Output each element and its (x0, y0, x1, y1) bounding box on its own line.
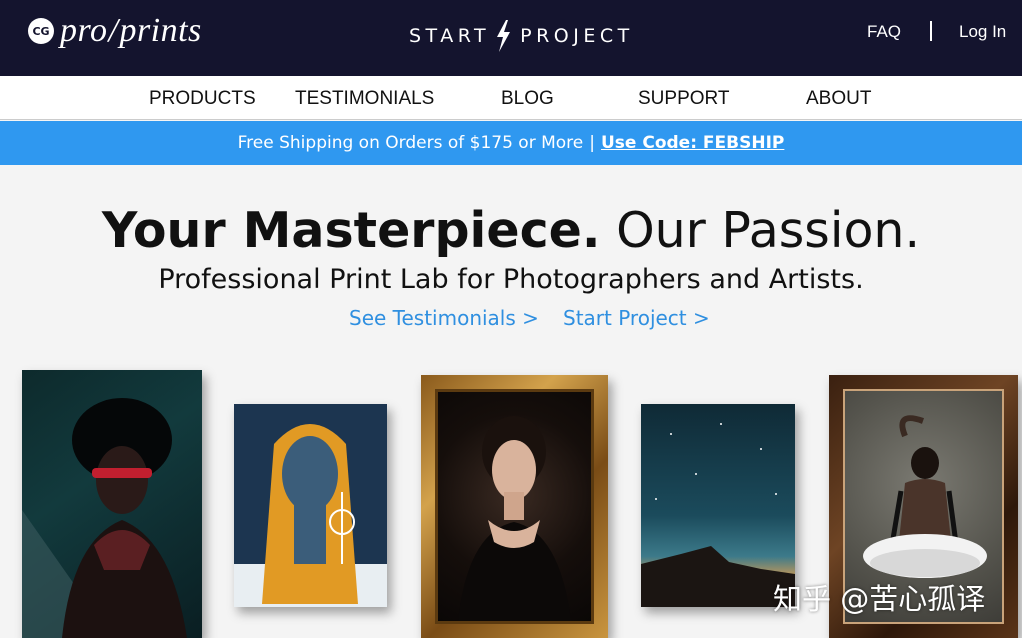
gallery-portrait-photo[interactable] (22, 370, 202, 638)
hero-subhead: Professional Print Lab for Photographers… (158, 264, 864, 295)
main-nav: PRODUCTS TESTIMONIALS BLOG SUPPORT ABOUT (0, 76, 1022, 120)
start-project-link[interactable]: Start Project > (563, 306, 710, 330)
headline-bold: Your Masterpiece. (101, 202, 601, 259)
top-bar: CG pro/prints START PROJECT FAQ Log In (0, 0, 1022, 76)
promo-banner: Free Shipping on Orders of $175 or More … (0, 121, 1022, 165)
framed-portrait-photo (435, 389, 594, 624)
logo-text-separator: / (108, 12, 119, 49)
nav-item-blog[interactable]: BLOG (501, 88, 554, 110)
logo-text: pro/prints (60, 14, 202, 48)
gallery-landscape-print[interactable] (641, 404, 795, 607)
login-link[interactable]: Log In (959, 22, 1006, 42)
start-project-label-start: START (409, 25, 491, 47)
gallery-framed-portrait[interactable] (421, 375, 608, 638)
nav-item-testimonials[interactable]: TESTIMONIALS (295, 88, 434, 110)
headline-light: Our Passion. (616, 202, 921, 259)
faq-link[interactable]: FAQ (867, 22, 901, 42)
start-project-label-project: PROJECT (520, 25, 634, 47)
illustration-graphic (234, 424, 387, 607)
landscape-graphic (641, 423, 795, 607)
promo-code-link[interactable]: Use Code: FEBSHIP (601, 133, 784, 153)
logo-text-left: pro (60, 12, 108, 49)
start-project-button[interactable]: START PROJECT (409, 20, 634, 52)
gallery-illustration-print[interactable] (234, 404, 387, 607)
see-testimonials-link[interactable]: See Testimonials > (349, 306, 539, 330)
watermark-text: 知乎 @苦心孤译 (773, 582, 986, 616)
lightning-bolt-icon (497, 20, 511, 52)
nav-item-support[interactable]: SUPPORT (638, 88, 730, 110)
logo-badge: CG (28, 18, 54, 44)
portrait-photo-graphic (22, 398, 187, 638)
promo-text: Free Shipping on Orders of $175 or More (237, 133, 584, 153)
framed-portrait-graphic (458, 416, 571, 621)
nav-item-products[interactable]: PRODUCTS (149, 88, 256, 110)
hero-headline: Your Masterpiece. Our Passion. (0, 202, 1022, 259)
logo-text-right: prints (119, 12, 202, 49)
header-divider (930, 21, 932, 41)
nav-item-about[interactable]: ABOUT (806, 88, 871, 110)
promo-separator: | (589, 133, 595, 153)
logo[interactable]: CG pro/prints (28, 14, 202, 48)
